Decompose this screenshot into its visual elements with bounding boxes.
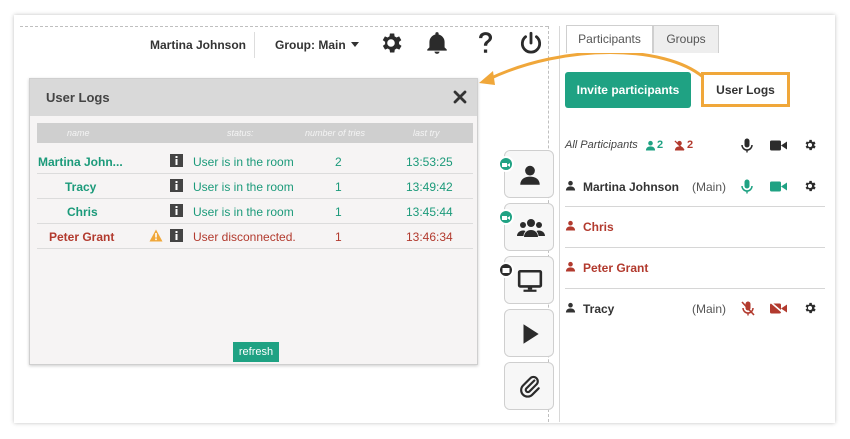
online-count: 2 bbox=[657, 139, 664, 151]
table-row: Peter Grant User disconnected. 1 13:46:3… bbox=[37, 224, 473, 249]
all-participants-label: All Participants bbox=[565, 139, 638, 151]
log-name: Peter Grant bbox=[49, 230, 115, 244]
bell-icon[interactable] bbox=[424, 30, 450, 56]
participant-group: (Main) bbox=[692, 180, 727, 194]
col-status: status: bbox=[227, 128, 254, 138]
current-user-name: Martina Johnson bbox=[150, 38, 247, 52]
camera-off-icon[interactable] bbox=[770, 302, 788, 315]
user-icon bbox=[565, 261, 576, 272]
tab-participants[interactable]: Participants bbox=[566, 25, 653, 53]
log-tries: 1 bbox=[335, 205, 342, 219]
camera-badge-icon bbox=[498, 156, 514, 172]
log-status: User is in the room bbox=[193, 205, 294, 219]
table-header: name status: number of tries last try bbox=[37, 123, 473, 143]
log-last-try: 13:53:25 bbox=[406, 155, 453, 169]
warning-icon bbox=[149, 229, 163, 242]
logs-table: name status: number of tries last try Ma… bbox=[37, 123, 473, 249]
user-logs-button[interactable]: User Logs bbox=[701, 72, 790, 107]
mic-all-icon[interactable] bbox=[741, 138, 753, 153]
group-select-label: Group: Main bbox=[275, 38, 346, 52]
mic-off-icon[interactable] bbox=[741, 301, 755, 316]
gear-icon[interactable] bbox=[378, 30, 404, 56]
table-row: Tracy User is in the room 1 13:49:42 bbox=[37, 174, 473, 199]
tab-groups[interactable]: Groups bbox=[653, 25, 719, 53]
participant-name: Tracy bbox=[583, 302, 615, 316]
info-icon[interactable] bbox=[170, 179, 183, 192]
info-icon[interactable] bbox=[170, 204, 183, 217]
log-status: User is in the room bbox=[193, 180, 294, 194]
log-tries: 1 bbox=[335, 230, 342, 244]
group-icon bbox=[517, 219, 545, 237]
info-icon[interactable] bbox=[170, 154, 183, 167]
participant-row[interactable]: Tracy (Main) bbox=[565, 289, 825, 329]
table-row: Martina John... User is in the room 2 13… bbox=[37, 149, 473, 174]
screen-share-icon bbox=[517, 269, 543, 292]
play-button[interactable] bbox=[504, 309, 554, 357]
refresh-button[interactable]: refresh bbox=[233, 342, 279, 362]
chevron-down-icon bbox=[350, 42, 359, 47]
user-icon bbox=[565, 220, 576, 231]
log-status: User disconnected. bbox=[193, 230, 296, 244]
log-tries: 2 bbox=[335, 155, 342, 169]
invite-participants-button[interactable]: Invite participants bbox=[565, 72, 691, 108]
camera-on-icon[interactable] bbox=[770, 181, 787, 192]
camera-all-icon[interactable] bbox=[770, 140, 787, 151]
group-select[interactable]: Group: Main bbox=[275, 38, 359, 52]
user-icon bbox=[565, 180, 576, 191]
participant-name: Martina Johnson bbox=[583, 180, 680, 194]
log-name: Chris bbox=[67, 205, 98, 219]
play-icon bbox=[523, 324, 539, 344]
dialog-header: User Logs bbox=[30, 79, 477, 116]
camera-badge-icon bbox=[498, 209, 514, 225]
user-logs-dialog: User Logs name status: number of tries l… bbox=[29, 78, 478, 365]
log-last-try: 13:49:42 bbox=[406, 180, 453, 194]
participant-row[interactable]: Chris bbox=[565, 207, 825, 247]
paperclip-icon bbox=[520, 375, 540, 398]
participant-name: Chris bbox=[583, 220, 614, 234]
participant-group: (Main) bbox=[692, 302, 727, 316]
col-tries: number of tries bbox=[305, 128, 366, 138]
log-last-try: 13:46:34 bbox=[406, 230, 453, 244]
offline-user-icon bbox=[674, 140, 685, 151]
user-icon bbox=[565, 302, 576, 313]
mic-on-icon[interactable] bbox=[741, 179, 753, 194]
online-user-icon bbox=[645, 140, 656, 151]
log-status: User is in the room bbox=[193, 155, 294, 169]
screen-badge-icon bbox=[498, 262, 514, 278]
log-name: Tracy bbox=[65, 180, 97, 194]
log-tries: 1 bbox=[335, 180, 342, 194]
participant-row[interactable]: Martina Johnson (Main) bbox=[565, 167, 825, 207]
divider bbox=[254, 32, 255, 58]
user-icon bbox=[520, 165, 540, 185]
divider bbox=[20, 26, 548, 27]
dialog-title: User Logs bbox=[46, 90, 110, 105]
participant-row[interactable]: Peter Grant bbox=[565, 248, 825, 288]
offline-count: 2 bbox=[687, 139, 694, 151]
log-name: Martina John... bbox=[38, 155, 123, 169]
gear-icon[interactable] bbox=[803, 138, 817, 152]
gear-icon[interactable] bbox=[803, 301, 817, 315]
col-name: name bbox=[67, 128, 90, 138]
group-video-button[interactable] bbox=[504, 203, 554, 251]
attach-button[interactable] bbox=[504, 362, 554, 410]
participant-name: Peter Grant bbox=[583, 261, 649, 275]
gear-icon[interactable] bbox=[803, 179, 817, 193]
user-video-button[interactable] bbox=[504, 150, 554, 198]
close-icon[interactable] bbox=[453, 90, 467, 104]
table-row: Chris User is in the room 1 13:45:44 bbox=[37, 199, 473, 224]
log-last-try: 13:45:44 bbox=[406, 205, 453, 219]
screen-share-button[interactable] bbox=[504, 256, 554, 304]
col-last-try: last try bbox=[413, 128, 440, 138]
info-icon[interactable] bbox=[170, 229, 183, 242]
